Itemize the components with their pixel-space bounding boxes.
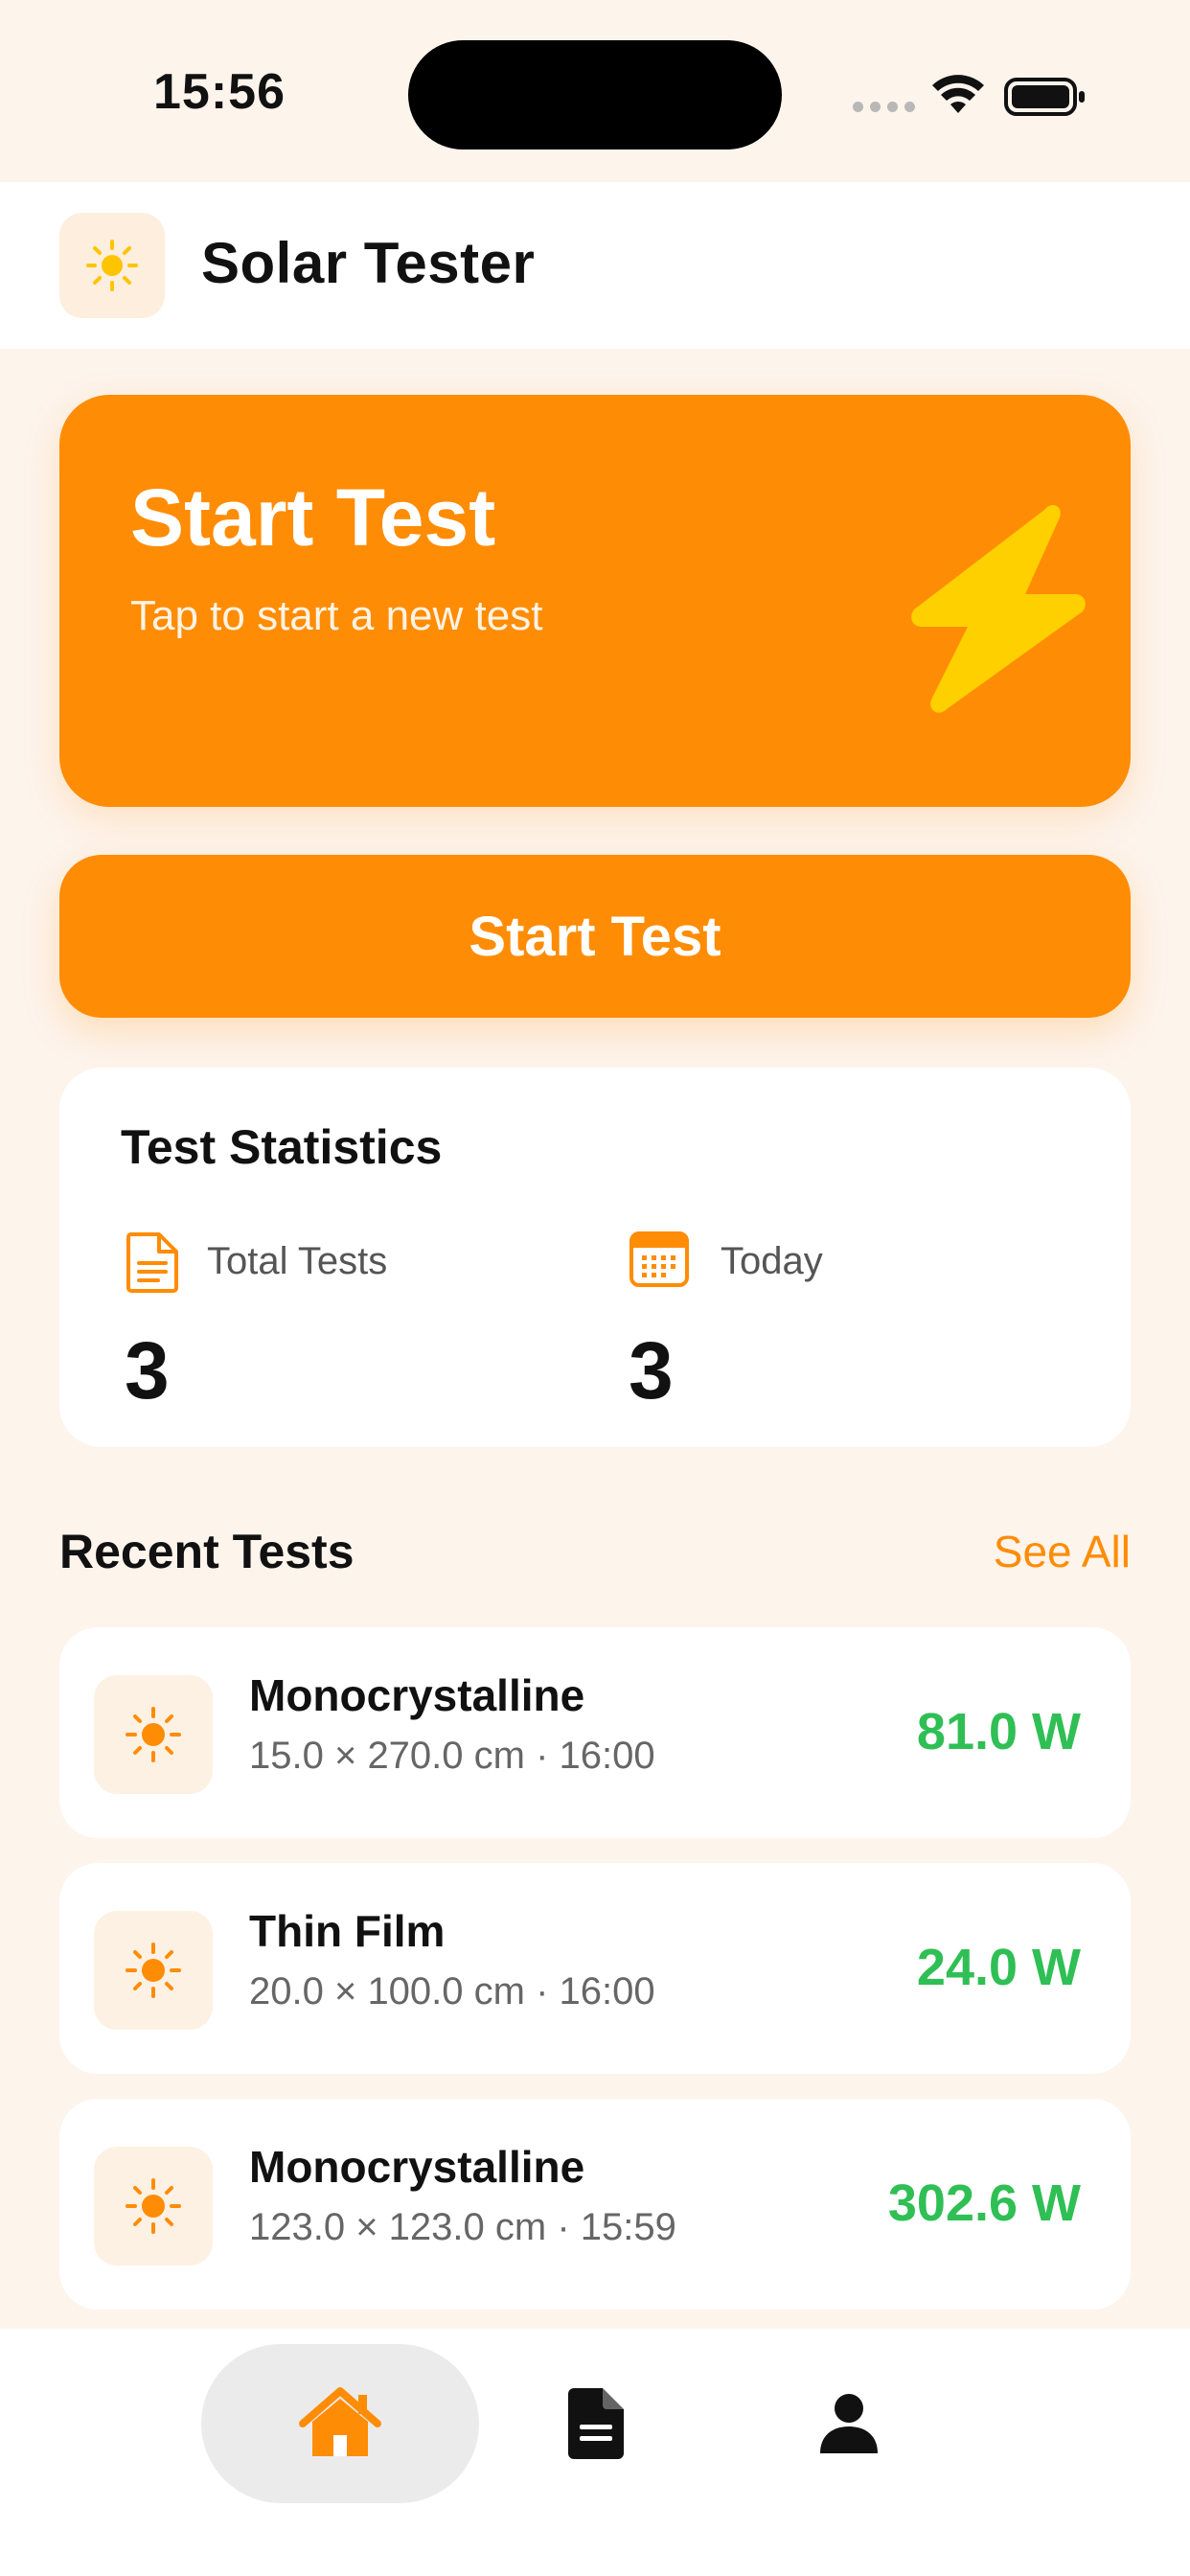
status-bar: 15:56 [0, 0, 1190, 182]
stat-total-label: Total Tests [207, 1240, 388, 1282]
hero-title: Start Test [130, 472, 496, 563]
cellular-signal-icon [853, 102, 915, 112]
sun-icon [86, 240, 138, 291]
person-icon [820, 2394, 878, 2453]
status-time: 15:56 [153, 64, 286, 120]
test-dimensions-time: 20.0 × 100.0 cm · 16:00 [249, 1970, 655, 2012]
start-test-button[interactable]: Start Test [59, 855, 1131, 1018]
tab-reports[interactable] [548, 2344, 644, 2503]
recent-test-row[interactable]: Thin Film 20.0 × 100.0 cm · 16:00 24.0 W [59, 1863, 1131, 2074]
wifi-icon [931, 75, 985, 120]
app-logo [59, 213, 165, 318]
tab-home[interactable] [201, 2344, 479, 2503]
recent-test-row[interactable]: Monocrystalline 15.0 × 270.0 cm · 16:00 … [59, 1627, 1131, 1838]
test-dimensions-time: 123.0 × 123.0 cm · 15:59 [249, 2206, 676, 2248]
stat-today-label: Today [721, 1240, 823, 1282]
stat-today-value: 3 [629, 1325, 674, 1415]
document-icon [126, 1232, 178, 1293]
app-title: Solar Tester [201, 231, 536, 295]
document-icon [568, 2388, 624, 2459]
statistics-title: Test Statistics [121, 1120, 443, 1174]
hero-subtitle: Tap to start a new test [130, 592, 543, 639]
tab-profile[interactable] [801, 2344, 897, 2503]
test-statistics-card: Test Statistics Total Tests 3 Today 3 [59, 1068, 1131, 1447]
see-all-link[interactable]: See All [994, 1526, 1131, 1577]
stat-total-value: 3 [125, 1325, 170, 1415]
home-icon [299, 2387, 381, 2456]
test-power: 302.6 W [887, 2174, 1081, 2232]
battery-icon [1004, 77, 1087, 122]
row-icon-box [94, 1675, 213, 1794]
sun-icon [126, 2178, 181, 2234]
sun-icon [126, 1707, 181, 1762]
calendar-icon [629, 1231, 689, 1287]
test-type: Monocrystalline [249, 2142, 585, 2192]
start-test-button-label: Start Test [469, 905, 721, 968]
test-power: 81.0 W [916, 1703, 1081, 1760]
dynamic-island [408, 40, 782, 150]
row-icon-box [94, 2147, 213, 2266]
recent-tests-title: Recent Tests [59, 1525, 355, 1578]
row-icon-box [94, 1911, 213, 2030]
sun-icon [126, 1943, 181, 1998]
test-dimensions-time: 15.0 × 270.0 cm · 16:00 [249, 1735, 655, 1777]
recent-test-row[interactable]: Monocrystalline 123.0 × 123.0 cm · 15:59… [59, 2099, 1131, 2310]
lightning-bolt-icon [911, 504, 1086, 713]
start-test-card[interactable]: Start Test Tap to start a new test [59, 395, 1131, 807]
test-type: Thin Film [249, 1906, 446, 1956]
test-type: Monocrystalline [249, 1670, 585, 1720]
test-power: 24.0 W [916, 1939, 1081, 1996]
app-header: Solar Tester [0, 182, 1190, 349]
tab-bar [0, 2329, 1190, 2576]
